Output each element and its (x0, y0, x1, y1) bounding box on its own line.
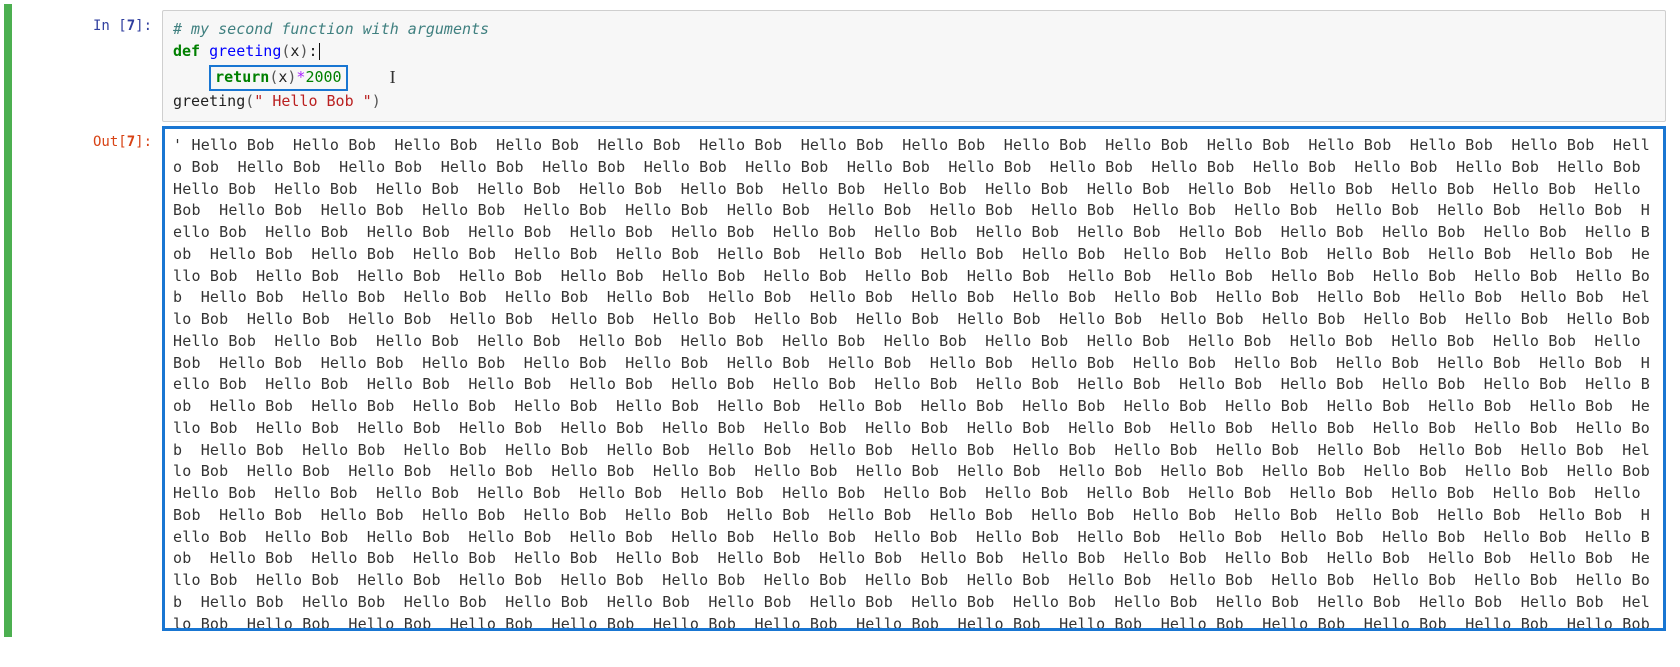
output-prompt: Out[7]: (12, 126, 162, 150)
in-prompt-prefix: In [ (93, 18, 127, 34)
multiplier-literal: 2000 (305, 68, 341, 86)
function-name: greeting (209, 42, 281, 60)
out-prompt-prefix: Out[ (93, 134, 127, 150)
return-highlight-box: return(x)*2000 (209, 65, 347, 92)
text-caret (319, 43, 320, 60)
out-prompt-suffix: ]: (135, 134, 152, 150)
input-prompt: In [7]: (12, 10, 162, 34)
in-prompt-suffix: ]: (135, 18, 152, 34)
def-keyword: def (173, 42, 200, 60)
return-keyword: return (215, 68, 269, 86)
output-text-area[interactable]: ' Hello Bob Hello Bob Hello Bob Hello Bo… (162, 126, 1666, 631)
input-cell: In [7]: # my second function with argume… (12, 10, 1666, 126)
call-arg-string: Hello Bob (263, 92, 362, 110)
output-cell: Out[7]: ' Hello Bob Hello Bob Hello Bob … (12, 126, 1666, 631)
i-beam-cursor-icon: I (390, 64, 396, 90)
code-editor[interactable]: # my second function with arguments def … (162, 10, 1666, 122)
call-func-name: greeting (173, 92, 245, 110)
in-prompt-number: 7 (127, 18, 135, 34)
out-prompt-number: 7 (127, 134, 135, 150)
code-comment-line: # my second function with arguments (173, 20, 489, 38)
notebook-cell-container: In [7]: # my second function with argume… (4, 4, 1676, 637)
